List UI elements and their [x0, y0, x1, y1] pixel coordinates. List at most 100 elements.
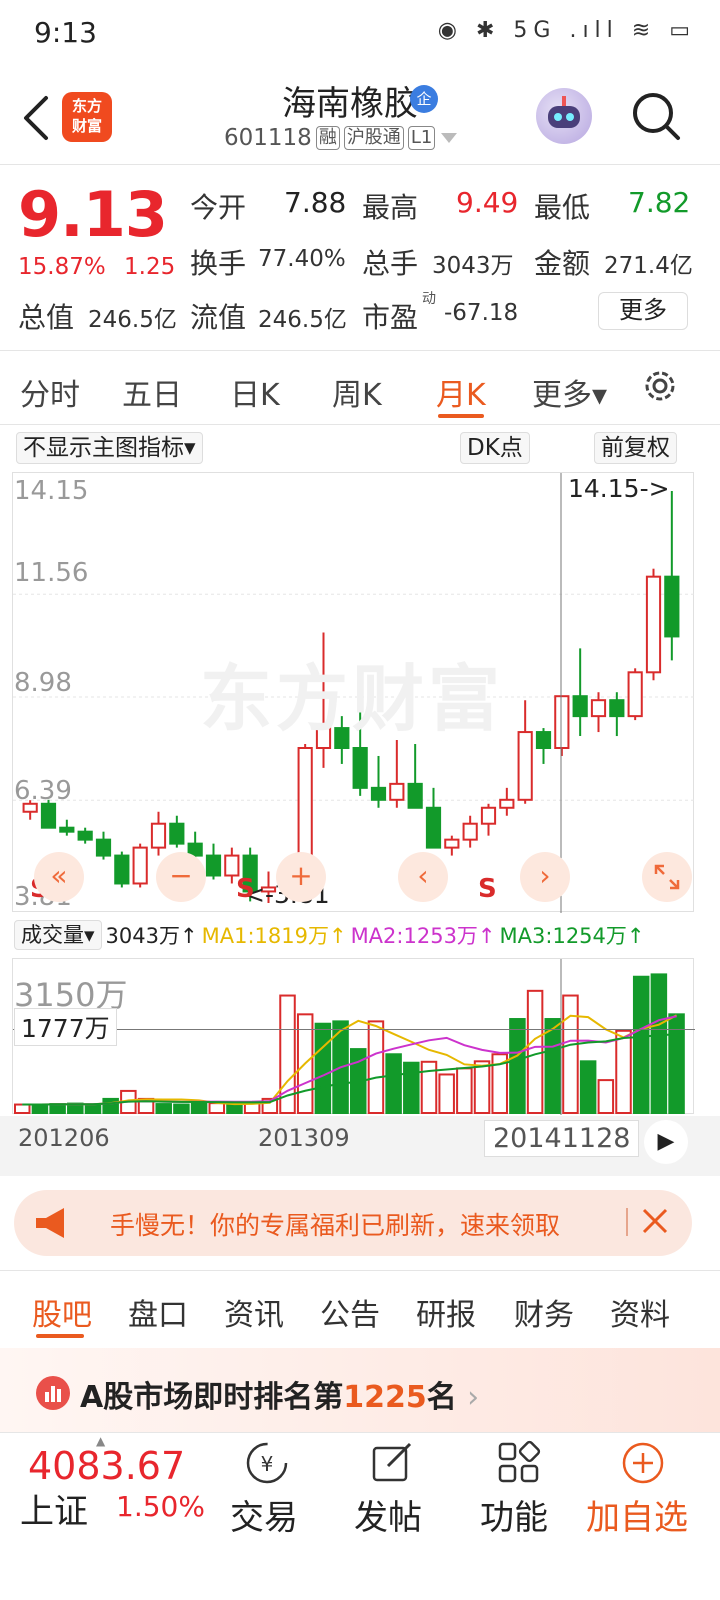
candle-body: [169, 822, 185, 845]
close-icon: [642, 1208, 668, 1234]
search-button[interactable]: [630, 90, 682, 142]
subtab-orderbook[interactable]: 盘口: [128, 1290, 188, 1334]
subtabs-divider: [0, 1270, 720, 1271]
index-value[interactable]: 4083.67: [28, 1444, 185, 1488]
adjust-button[interactable]: 前复权: [594, 432, 677, 464]
corp-badge[interactable]: 企: [410, 85, 438, 113]
banner-close-button[interactable]: [640, 1206, 670, 1240]
zoom-out-button[interactable]: −: [156, 852, 206, 902]
candle-body: [407, 782, 423, 809]
volume-bar: [314, 1022, 332, 1114]
zoom-in-button[interactable]: +: [276, 852, 326, 902]
tag-level: L1: [407, 126, 436, 150]
stock-name-text: 海南橡胶: [282, 84, 418, 124]
candle: [572, 648, 588, 737]
rank-icon: [36, 1376, 70, 1410]
features-icon: [496, 1440, 542, 1490]
candle-body: [480, 806, 497, 825]
stock-name: 海南橡胶: [0, 76, 720, 125]
volume-bar: [31, 1103, 49, 1115]
indicator-dropdown[interactable]: 不显示主图指标▾: [16, 432, 203, 464]
candle: [59, 819, 75, 836]
volume-current: 3043万↑: [105, 924, 198, 948]
scroll-left-fast-button[interactable]: «: [34, 852, 84, 902]
add-watchlist-button[interactable]: 加自选: [586, 1490, 688, 1539]
candle-body: [609, 699, 625, 718]
svg-text:¥: ¥: [261, 1452, 274, 1476]
volume-bar: [84, 1103, 102, 1115]
fullscreen-button[interactable]: [642, 852, 692, 902]
tab-daily[interactable]: 日K: [230, 370, 280, 414]
tab-five-day[interactable]: 五日: [122, 370, 182, 414]
caret-down-icon: [441, 133, 458, 143]
subtab-announcements[interactable]: 公告: [320, 1290, 380, 1334]
tab-intraday[interactable]: 分时: [20, 370, 80, 414]
trade-button[interactable]: 交易: [230, 1490, 298, 1539]
y-tick-label: 6.39: [14, 776, 72, 806]
candle: [462, 815, 478, 848]
change-percent: 15.87%: [18, 254, 106, 280]
candle: [169, 815, 185, 848]
date-next-button[interactable]: ▶: [644, 1120, 688, 1164]
tag-margin: 融: [315, 126, 340, 150]
volume-label: 总手: [362, 247, 419, 280]
subtab-finance[interactable]: 财务: [514, 1290, 574, 1334]
volume-bar: [173, 1103, 190, 1115]
scroll-right-button[interactable]: ›: [520, 852, 570, 902]
assistant-avatar[interactable]: [536, 88, 592, 144]
candle-body: [664, 575, 680, 638]
chevron-right-icon: ›: [467, 1380, 480, 1415]
volume-bar: [650, 973, 668, 1115]
candle-body: [389, 782, 405, 801]
stock-code: 601118: [224, 125, 312, 151]
candle-body: [59, 826, 75, 833]
stock-code-row[interactable]: 601118 融 沪股通 L1: [224, 125, 459, 151]
volume-bar: [615, 1029, 632, 1114]
candle: [627, 668, 643, 721]
pe-superscript: 动: [422, 291, 436, 307]
volume-bar: [544, 1018, 562, 1114]
index-percent[interactable]: 1.50%: [116, 1490, 205, 1523]
tab-weekly[interactable]: 周K: [332, 370, 382, 414]
volume-indicator-dropdown[interactable]: 成交量▾: [14, 920, 102, 950]
candle-body: [554, 695, 570, 750]
features-button[interactable]: 功能: [480, 1490, 548, 1539]
candle-body: [114, 854, 130, 885]
post-button[interactable]: 发帖: [354, 1490, 422, 1539]
candle-body: [499, 798, 515, 809]
robot-icon: [548, 96, 580, 128]
rank-suffix: 名: [426, 1380, 457, 1415]
candle-body: [205, 854, 222, 877]
candle: [370, 755, 387, 808]
candle: [77, 827, 93, 844]
volume-bar: [155, 1103, 172, 1114]
subtab-research[interactable]: 研报: [416, 1290, 476, 1334]
candle: [425, 787, 442, 849]
candle-body: [352, 747, 368, 789]
tab-monthly[interactable]: 月K: [436, 370, 486, 414]
subtab-forum[interactable]: 股吧: [32, 1290, 92, 1334]
candle-body: [370, 786, 387, 801]
high-annotation: 14.15->: [568, 474, 670, 503]
index-name[interactable]: 上证: [20, 1484, 88, 1533]
amount-value: 271.4亿: [604, 253, 693, 279]
subtab-news[interactable]: 资讯: [224, 1290, 284, 1334]
settings-button[interactable]: [640, 366, 680, 406]
tab-more[interactable]: 更多▾: [532, 370, 607, 414]
volume-bar: [509, 1018, 526, 1114]
scroll-left-button[interactable]: ‹: [398, 852, 448, 902]
volume-bar: [14, 1103, 31, 1115]
banner-separator: [626, 1208, 628, 1236]
candle: [517, 700, 533, 804]
candle: [114, 851, 130, 888]
subtab-profile[interactable]: 资料: [610, 1290, 670, 1334]
candle: [499, 787, 515, 816]
float-value: 246.5亿: [258, 307, 347, 333]
tab-active-indicator: [438, 414, 484, 418]
open-label: 今开: [190, 191, 247, 224]
dk-point-dropdown[interactable]: DK点: [460, 432, 530, 464]
more-quote-button[interactable]: 更多: [598, 292, 688, 330]
candle-body: [77, 830, 93, 841]
volume-bar: [526, 989, 544, 1114]
candle: [554, 695, 570, 756]
